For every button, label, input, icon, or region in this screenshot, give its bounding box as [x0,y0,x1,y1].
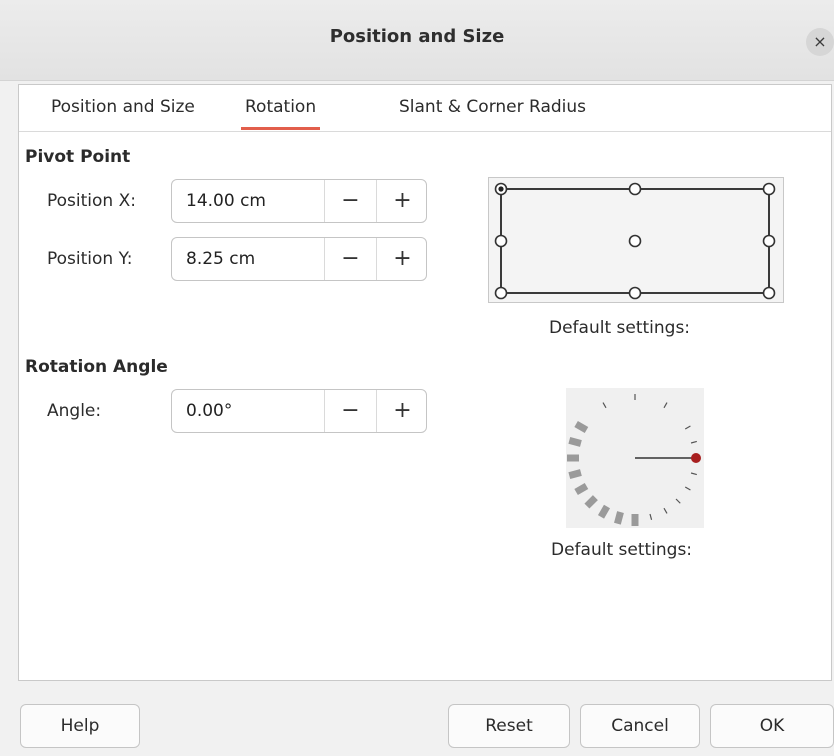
pivot-center[interactable] [628,234,642,248]
pivot-bottom-center[interactable] [628,286,642,300]
dial-tick [574,482,589,496]
plus-icon[interactable]: + [376,180,428,222]
dial-tick [663,507,668,514]
dial-tick [684,486,691,491]
dial-tick [614,511,624,525]
dial-tick [649,513,653,520]
dial-tick [584,495,598,509]
dialog-title: Position and Size [329,26,505,47]
pivot-bottom-right[interactable] [762,286,776,300]
help-button[interactable]: Help [20,704,140,748]
plus-icon[interactable]: + [376,390,428,432]
dial-ticks [567,394,699,526]
reset-button[interactable]: Reset [448,704,570,748]
dial-tick [602,402,607,409]
dial-marker[interactable] [691,453,701,463]
position-y-spinbox: 8.25 cm − + [171,237,427,281]
dial-tick [663,402,668,409]
dial-tick [568,469,582,479]
angle-label: Angle: [47,401,102,421]
title-bar: Position and Size × [0,0,834,81]
dial-tick [690,440,697,444]
ok-button[interactable]: OK [710,704,834,748]
position-y-label: Position Y: [47,249,133,269]
position-y-input[interactable]: 8.25 cm [172,238,324,280]
pivot-selected-dot [498,186,504,192]
pivot-default-settings-label: Default settings: [549,318,691,338]
cancel-button[interactable]: Cancel [580,704,700,748]
tab-rotation[interactable]: Rotation [241,85,321,130]
dial-graphic [567,394,701,526]
pivot-middle-left[interactable] [494,234,508,248]
pivot-point-control[interactable] [488,177,784,303]
dial-tick [574,420,589,434]
pivot-bottom-left[interactable] [494,286,508,300]
dial-tick [684,425,691,430]
pivot-top-right[interactable] [762,182,776,196]
pivot-point-heading: Pivot Point [25,147,131,167]
tab-bar: Position and Size Rotation Slant & Corne… [19,85,831,132]
dial-tick [568,437,582,447]
tab-slant-corner-radius[interactable]: Slant & Corner Radius [395,85,590,130]
minus-icon[interactable]: − [324,180,376,222]
tab-position-and-size[interactable]: Position and Size [47,85,199,130]
rotation-dial[interactable] [566,388,704,528]
rotation-angle-heading: Rotation Angle [25,357,168,377]
plus-icon[interactable]: + [376,238,428,280]
pivot-top-center[interactable] [628,182,642,196]
position-x-label: Position X: [47,191,136,211]
position-x-spinbox: 14.00 cm − + [171,179,427,223]
minus-icon[interactable]: − [324,390,376,432]
position-x-input[interactable]: 14.00 cm [172,180,324,222]
angle-input[interactable]: 0.00° [172,390,324,432]
pivot-point-grid [494,182,776,300]
dial-tick [690,472,697,476]
tab-panel: Position and Size Rotation Slant & Corne… [18,84,832,681]
close-icon[interactable]: × [806,28,834,56]
angle-spinbox: 0.00° − + [171,389,427,433]
rotation-default-settings-label: Default settings: [551,540,693,560]
dial-tick [675,498,681,504]
pivot-middle-right[interactable] [762,234,776,248]
dial-tick [597,504,611,519]
minus-icon[interactable]: − [324,238,376,280]
